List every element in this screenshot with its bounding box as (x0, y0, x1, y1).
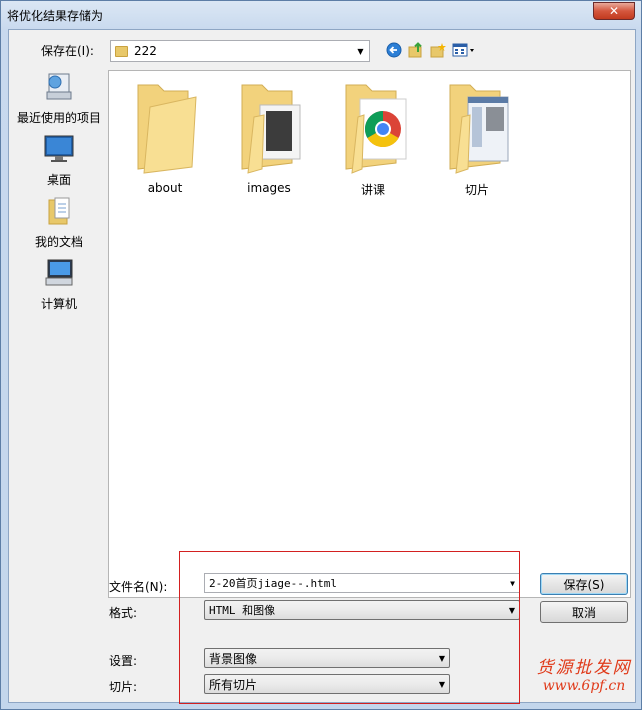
folder-label: 切片 (464, 183, 489, 197)
folder-icon (115, 45, 128, 57)
folder-item[interactable]: 切片 (429, 77, 525, 198)
up-folder-button[interactable] (407, 41, 425, 59)
back-arrow-icon (386, 42, 402, 58)
save-button[interactable]: 保存(S) (540, 573, 628, 595)
folder-label: about (147, 181, 183, 195)
navigation-toolbar (385, 41, 477, 59)
place-documents[interactable]: 我的文档 (9, 196, 109, 250)
new-folder-icon (430, 43, 446, 58)
save-in-value: 222 (134, 44, 157, 58)
place-label: 最近使用的项目 (16, 111, 101, 125)
places-bar: 最近使用的项目 桌面 我的文档 计算机 (9, 70, 105, 636)
save-in-label: 保存在(I): (41, 44, 94, 58)
settings-value: 背景图像 (209, 651, 258, 666)
folder-label: 讲课 (360, 183, 385, 197)
back-button[interactable] (385, 41, 403, 59)
save-in-dropdown[interactable]: 222 ▼ (110, 40, 370, 62)
title-bar[interactable]: 将优化结果存储为 ✕ (1, 1, 641, 29)
settings-dropdown[interactable]: 背景图像 ▼ (204, 648, 450, 668)
place-label: 桌面 (46, 173, 71, 187)
recent-items-icon (46, 73, 72, 100)
cancel-button[interactable]: 取消 (540, 601, 628, 623)
format-dropdown[interactable]: HTML 和图像 ▼ (204, 600, 520, 620)
close-icon: ✕ (608, 4, 620, 18)
chevron-down-icon: ▼ (510, 579, 515, 588)
folder-item[interactable]: images (221, 77, 317, 195)
close-button[interactable]: ✕ (593, 2, 635, 20)
chevron-down-icon: ▼ (357, 46, 364, 56)
folder-icon (345, 84, 407, 174)
filename-label: 文件名(N): (109, 580, 168, 594)
window-title: 将优化结果存储为 (7, 9, 104, 23)
format-label: 格式: (109, 606, 138, 620)
place-recent-items[interactable]: 最近使用的项目 (9, 72, 109, 126)
computer-icon (45, 259, 73, 286)
up-folder-icon (408, 42, 422, 58)
folder-item[interactable]: 讲课 (325, 77, 421, 198)
format-value: HTML 和图像 (209, 604, 276, 617)
save-dialog: 将优化结果存储为 ✕ 保存在(I): 222 ▼ 最近使用的项目 桌面 我的文档… (0, 0, 642, 710)
place-label: 计算机 (40, 297, 77, 311)
dialog-body: 保存在(I): 222 ▼ 最近使用的项目 桌面 我的文档 计算机 about … (8, 29, 636, 703)
chevron-down-icon: ▼ (438, 680, 445, 689)
watermark-line1: 货源批发网 (536, 658, 632, 678)
slices-value: 所有切片 (209, 677, 258, 692)
view-grid-icon (452, 43, 474, 57)
watermark: 货源批发网 www.6pf.cn (525, 653, 642, 694)
folder-item[interactable]: about (117, 77, 213, 195)
watermark-line2: www.6pf.cn (542, 678, 626, 694)
chevron-down-icon: ▼ (508, 606, 515, 615)
folder-label: images (247, 181, 291, 195)
slices-label: 切片: (109, 680, 138, 694)
settings-label: 设置: (109, 654, 138, 668)
filename-value: 2-20首页jiage--.html (209, 577, 337, 590)
file-list[interactable]: about images 讲课 切片 (108, 70, 631, 598)
new-folder-button[interactable] (429, 41, 447, 59)
desktop-icon (44, 135, 74, 162)
place-computer[interactable]: 计算机 (9, 258, 109, 312)
filename-input[interactable]: 2-20首页jiage--.html ▼ (204, 573, 520, 593)
view-menu-button[interactable] (451, 41, 477, 59)
folder-icon (241, 84, 301, 174)
documents-icon (48, 197, 70, 225)
folder-icon (449, 84, 509, 174)
place-label: 我的文档 (34, 235, 83, 249)
chevron-down-icon: ▼ (438, 654, 445, 663)
folder-icon (137, 84, 197, 174)
slices-dropdown[interactable]: 所有切片 ▼ (204, 674, 450, 694)
place-desktop[interactable]: 桌面 (9, 134, 109, 188)
